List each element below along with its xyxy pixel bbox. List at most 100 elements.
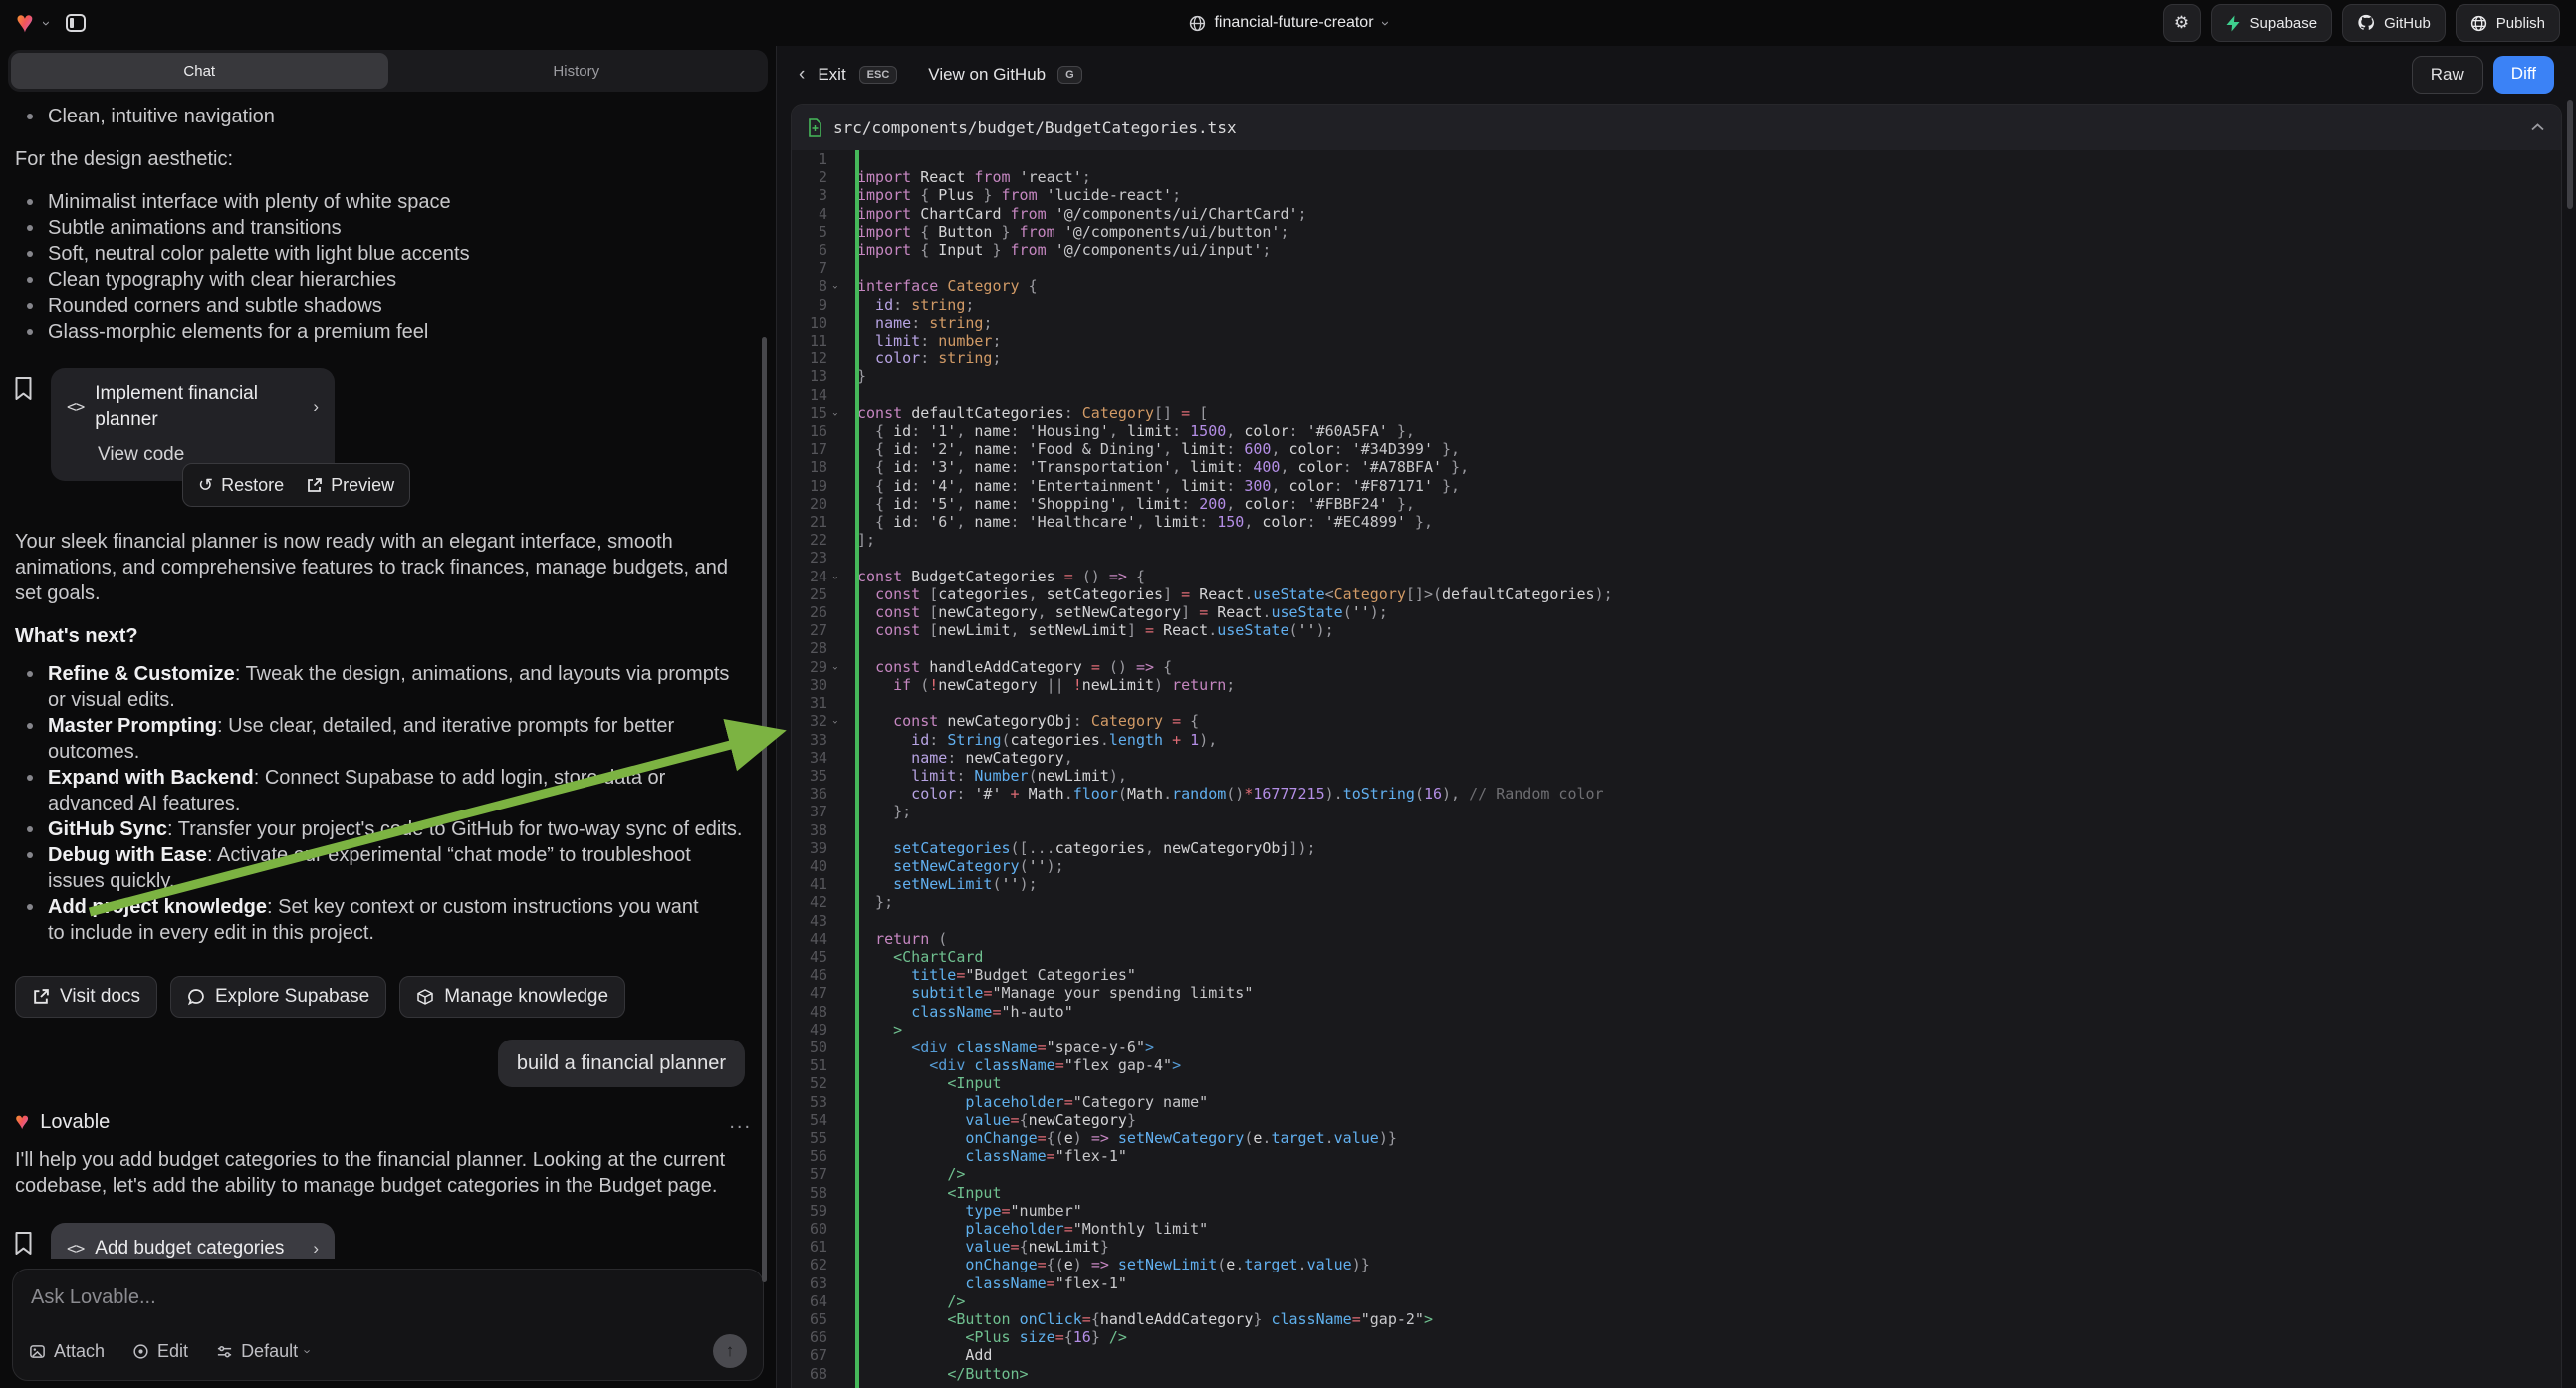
file-header[interactable]: src/components/budget/BudgetCategories.t…: [792, 105, 2561, 150]
line-number: 12: [810, 349, 827, 367]
code-scrollbar[interactable]: [2567, 100, 2573, 209]
code-line: 21 { id: '6', name: 'Healthcare', limit:…: [792, 513, 2561, 531]
sidebar-toggle-button[interactable]: [59, 6, 93, 40]
list-item: Glass-morphic elements for a premium fee…: [15, 319, 752, 345]
code-line: 53 placeholder="Category name": [792, 1093, 2561, 1111]
bookmark-icon[interactable]: [14, 376, 33, 401]
line-number: 20: [810, 495, 827, 513]
tab-history[interactable]: History: [388, 53, 766, 89]
preview-button[interactable]: Preview: [306, 472, 394, 498]
supabase-button[interactable]: Supabase: [2211, 4, 2333, 42]
version-card-add-budget-categories[interactable]: <> Add budget categories › View code: [51, 1223, 335, 1259]
code-line: 1: [792, 150, 2561, 168]
attach-button[interactable]: Attach: [29, 1341, 105, 1362]
chat-messages[interactable]: Clean, intuitive navigation For the desi…: [0, 92, 776, 1259]
chat-scrollbar[interactable]: [762, 337, 767, 1282]
fold-spacer: [827, 187, 841, 205]
code-line: 22];: [792, 531, 2561, 549]
file-icon: [808, 118, 822, 137]
fold-spacer: [827, 1185, 841, 1203]
fold-spacer: [827, 786, 841, 804]
file-path: src/components/budget/BudgetCategories.t…: [833, 118, 1237, 137]
fold-chevron-icon[interactable]: ›: [827, 405, 841, 423]
fold-chevron-icon[interactable]: ›: [827, 278, 841, 296]
fold-chevron-icon[interactable]: ›: [827, 569, 841, 586]
line-number: 23: [810, 549, 827, 567]
github-button[interactable]: GitHub: [2342, 4, 2446, 42]
edit-button[interactable]: Edit: [132, 1341, 188, 1362]
lovable-avatar: ♥: [15, 1110, 29, 1134]
esc-key-hint: ESC: [859, 66, 898, 84]
code-line: 25 const [categories, setCategories] = R…: [792, 585, 2561, 603]
line-number: 19: [810, 477, 827, 495]
line-number: 33: [810, 731, 827, 749]
tab-chat[interactable]: Chat: [11, 53, 388, 89]
fold-spacer: [827, 1347, 841, 1365]
fold-spacer: [827, 732, 841, 750]
line-number: 55: [810, 1129, 827, 1147]
fold-spacer: [827, 1022, 841, 1040]
message-more-button[interactable]: ...: [729, 1109, 752, 1135]
exit-button[interactable]: Exit: [818, 65, 845, 85]
fold-spacer: [827, 315, 841, 333]
code-line: 5import { Button } from '@/components/ui…: [792, 223, 2561, 241]
fold-spacer: [827, 1257, 841, 1274]
fold-chevron-icon[interactable]: ›: [827, 659, 841, 677]
settings-button[interactable]: ⚙: [2163, 4, 2201, 42]
lovable-logo-icon[interactable]: ♥: [16, 8, 34, 38]
fold-spacer: [827, 387, 841, 405]
code-line: 7: [792, 259, 2561, 277]
code-line: 24›const BudgetCategories = () => {: [792, 568, 2561, 585]
bullet-dot: [27, 303, 33, 309]
manage-knowledge-button[interactable]: Manage knowledge: [399, 976, 625, 1018]
fold-spacer: [827, 640, 841, 658]
code-editor[interactable]: 12import React from 'react';3import { Pl…: [792, 150, 2561, 1388]
restore-button[interactable]: ↺Restore: [198, 472, 284, 498]
code-line: 41 setNewLimit('');: [792, 875, 2561, 893]
list-item: Clean, intuitive navigation: [15, 104, 752, 129]
line-number: 2: [819, 168, 827, 186]
collapse-chevron-up-icon[interactable]: [2530, 122, 2545, 132]
line-number: 3: [819, 186, 827, 204]
code-line: 16 { id: '1', name: 'Housing', limit: 15…: [792, 422, 2561, 440]
top-bar: ♥ › financial-future-creator › ⚙: [0, 0, 2576, 46]
diff-toggle-button[interactable]: Diff: [2493, 56, 2554, 94]
explore-supabase-button[interactable]: Explore Supabase: [170, 976, 386, 1018]
bullet-dot: [27, 329, 33, 335]
top-bar-left: ♥ ›: [16, 6, 93, 40]
publish-button[interactable]: Publish: [2456, 4, 2560, 42]
bullet-dot: [27, 826, 33, 832]
list-item: Expand with Backend: Connect Supabase to…: [15, 765, 752, 816]
bookmark-icon[interactable]: [14, 1231, 33, 1256]
workspace-chevron-down-icon[interactable]: ›: [38, 21, 55, 26]
code-line: 32› const newCategoryObj: Category = {: [792, 712, 2561, 730]
view-on-github-button[interactable]: View on GitHub G: [928, 65, 1081, 85]
line-number: 18: [810, 458, 827, 476]
fold-spacer: [827, 931, 841, 949]
bullet-dot: [27, 723, 33, 729]
raw-toggle-button[interactable]: Raw: [2412, 56, 2483, 94]
list-item: Clean typography with clear hierarchies: [15, 267, 752, 293]
fold-spacer: [827, 423, 841, 441]
fold-chevron-icon[interactable]: ›: [827, 713, 841, 731]
visit-docs-button[interactable]: Visit docs: [15, 976, 157, 1018]
code-line: 10 name: string;: [792, 314, 2561, 332]
send-button[interactable]: ↑: [713, 1334, 747, 1368]
project-switcher[interactable]: financial-future-creator ›: [1188, 0, 1387, 46]
main-split: Chat History Clean, intuitive navigation…: [0, 46, 2576, 1388]
line-number: 17: [810, 440, 827, 458]
mode-select[interactable]: Default ›: [216, 1341, 310, 1362]
fold-spacer: [827, 604, 841, 622]
line-number: 65: [810, 1310, 827, 1328]
line-number: 38: [810, 821, 827, 839]
code-line: 55 onChange={(e) => setNewCategory(e.tar…: [792, 1129, 2561, 1147]
code-line: 30 if (!newCategory || !newLimit) return…: [792, 676, 2561, 694]
code-line: 56 className="flex-1": [792, 1147, 2561, 1165]
back-chevron-icon[interactable]: ‹: [799, 64, 805, 86]
code-line: 33 id: String(categories.length + 1),: [792, 731, 2561, 749]
fold-spacer: [827, 768, 841, 786]
line-number: 59: [810, 1202, 827, 1220]
line-number: 52: [810, 1074, 827, 1092]
ask-lovable-input[interactable]: [29, 1285, 751, 1310]
chat-history-tabs: Chat History: [8, 50, 768, 92]
